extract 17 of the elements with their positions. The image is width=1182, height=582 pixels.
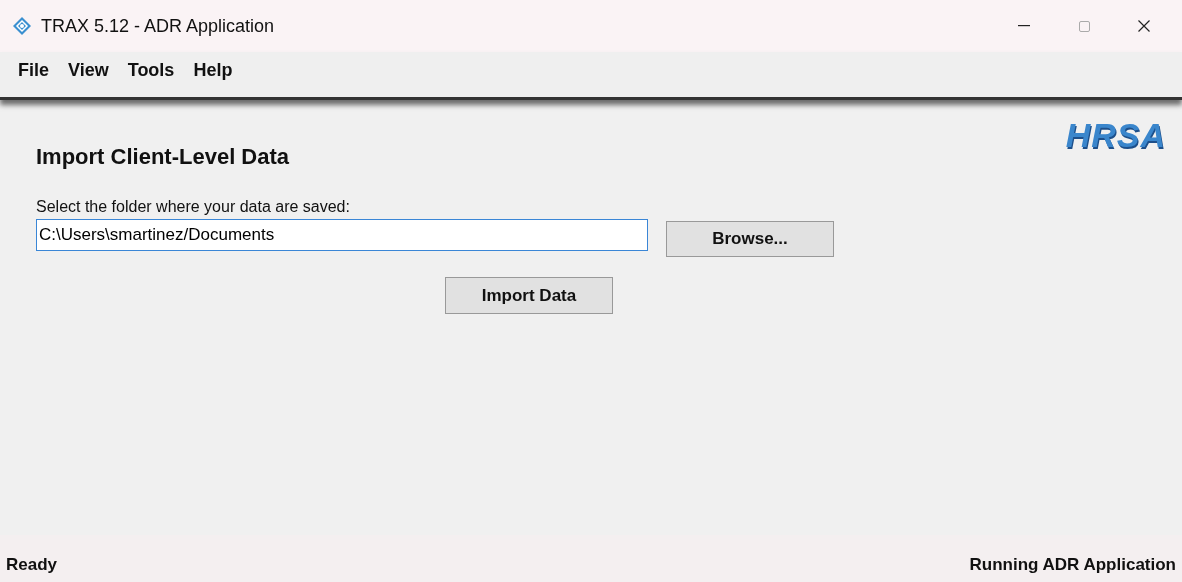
close-icon: [1138, 20, 1150, 32]
menu-item[interactable]: File: [12, 57, 55, 84]
menu-item[interactable]: Tools: [121, 57, 181, 84]
folder-path-field[interactable]: C:\Users\smartinez/Documents: [36, 219, 648, 251]
menu-item[interactable]: View: [62, 57, 115, 84]
minimize-icon: [1018, 25, 1030, 27]
menu-item[interactable]: Help: [187, 57, 239, 84]
folder-label: Select the folder where your data are saved:: [36, 197, 351, 217]
maximize-icon: [1078, 20, 1090, 32]
status-text: Running ADR Application: [969, 553, 1176, 576]
hrsa-logo: HRSA: [1065, 115, 1166, 156]
import-data-button[interactable]: Import Data: [445, 277, 613, 314]
status-text: Ready: [6, 553, 58, 576]
page-heading: Import Client-Level Data: [36, 143, 291, 171]
browse-button[interactable]: Browse...: [666, 221, 834, 257]
app-logo-icon: [12, 16, 32, 36]
window-title: TRAX 5.12 - ADR Application: [41, 14, 275, 38]
